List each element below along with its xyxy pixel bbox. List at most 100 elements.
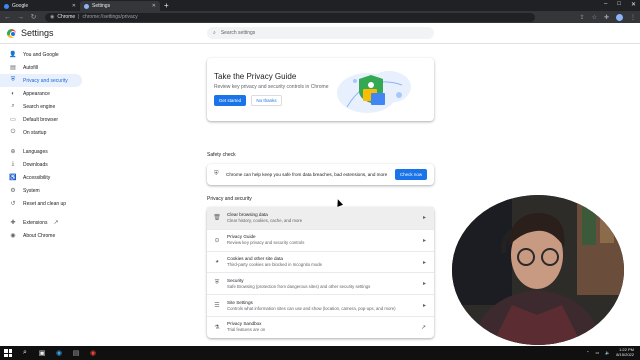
privacy-guide-description: Review key privacy and security controls… <box>214 84 329 90</box>
close-icon[interactable]: ✕ <box>152 3 156 9</box>
get-started-button[interactable]: Get started <box>214 95 246 106</box>
webcam-overlay <box>452 195 624 345</box>
security-row[interactable]: ⛨ Security Safe Browsing (protection from… <box>207 272 434 294</box>
puzzle-icon: ✚ <box>10 220 16 226</box>
sliders-icon: ☰ <box>214 303 220 310</box>
sidebar-item-label: You and Google <box>23 51 59 58</box>
privacy-guide-illustration <box>337 71 411 113</box>
compass-icon: ⊙ <box>214 237 220 244</box>
sidebar-item-autofill[interactable]: ▤ Autofill <box>0 61 86 74</box>
reload-icon[interactable]: ↻ <box>30 13 37 21</box>
tab-google[interactable]: Google ✕ <box>0 1 80 11</box>
chevron-right-icon: ▸ <box>422 215 426 221</box>
privacy-sandbox-row[interactable]: ⚗ Privacy Sandbox Trial features are on ↗ <box>207 316 434 338</box>
sidebar-item-reset[interactable]: ↺ Reset and clean up <box>0 197 86 210</box>
chevron-right-icon: ▸ <box>422 237 426 244</box>
clear-browsing-data-row[interactable]: 🗑 Clear browsing data Clear history, cook… <box>207 207 434 229</box>
sidebar-item-search-engine[interactable]: ⌕ Search engine <box>0 100 86 113</box>
power-icon: ⏻ <box>10 129 16 135</box>
search-icon[interactable]: ⌕ <box>21 349 29 357</box>
network-icon[interactable]: ▭ <box>595 350 599 355</box>
profile-avatar[interactable] <box>616 13 623 21</box>
chrome-icon: ◉ <box>10 233 16 239</box>
row-subtitle: Third-party cookies are blocked in Incog… <box>227 261 323 267</box>
sidebar-item-about-chrome[interactable]: ◉ About Chrome <box>0 229 86 242</box>
sidebar-item-privacy-and-security[interactable]: ⛨ Privacy and security <box>0 74 82 87</box>
share-icon[interactable]: ⇪ <box>580 14 585 21</box>
back-icon[interactable]: ← <box>4 14 11 21</box>
download-icon: ⤓ <box>11 161 15 167</box>
sidebar-item-accessibility[interactable]: ♿ Accessibility <box>0 171 86 184</box>
tab-strip: Google ✕ Settings ✕ + – □ ✕ <box>0 0 640 11</box>
safety-check-text: Chrome can help keep you safe from data … <box>226 172 388 177</box>
windows-start-icon[interactable] <box>4 349 12 357</box>
row-subtitle: Safe Browsing (protection from dangerous… <box>227 283 371 289</box>
sidebar-item-label: Privacy and security <box>23 77 68 84</box>
globe-icon: ⊕ <box>10 149 16 155</box>
clock-date: 8/15/2022 <box>616 352 634 357</box>
tab-settings[interactable]: Settings ✕ <box>80 1 160 11</box>
shield-icon: ⛨ <box>214 280 220 287</box>
external-link-icon: ↗ <box>53 220 59 226</box>
search-icon: ⌕ <box>11 103 15 109</box>
edge-icon[interactable]: ◉ <box>55 349 63 357</box>
safety-check-card: ⛨ Chrome can help keep you safe from dat… <box>207 164 434 185</box>
privacy-guide-row[interactable]: ⊙ Privacy Guide Review key privacy and se… <box>207 228 434 251</box>
sidebar-item-languages[interactable]: ⊕ Languages <box>0 145 86 158</box>
app-icon[interactable]: ▤ <box>72 349 80 357</box>
address-host: Chrome <box>57 14 76 20</box>
sidebar-item-system[interactable]: ⚙ System <box>0 184 86 197</box>
sidebar-item-downloads[interactable]: ⤓ Downloads <box>0 158 86 171</box>
close-icon[interactable]: ✕ <box>72 3 76 9</box>
sidebar-item-label: Accessibility <box>23 174 51 181</box>
sidebar-item-label: System <box>23 187 40 194</box>
close-window-button[interactable]: ✕ <box>631 1 636 8</box>
site-settings-row[interactable]: ☰ Site Settings Controls what information… <box>207 294 434 316</box>
sidebar-item-default-browser[interactable]: ▭ Default browser <box>0 113 86 126</box>
task-view-icon[interactable]: ▣ <box>38 349 46 357</box>
sidebar-item-label: On startup <box>23 129 47 136</box>
sidebar-item-label: Languages <box>23 148 48 155</box>
address-bar[interactable]: ◉ Chrome | chrome://settings/privacy <box>45 12 535 22</box>
chevron-right-icon: ▸ <box>422 259 426 266</box>
shield-icon: ⛨ <box>10 77 16 83</box>
menu-icon[interactable]: ⋮ <box>630 14 636 21</box>
volume-icon[interactable]: 🔈 <box>605 350 610 355</box>
check-now-button[interactable]: Check now <box>395 169 427 180</box>
search-settings-input[interactable]: ⌕ Search settings <box>207 27 434 39</box>
sidebar-item-appearance[interactable]: ◐ Appearance <box>0 87 86 100</box>
sidebar-item-extensions[interactable]: ✚ Extensions ↗ <box>0 216 86 229</box>
browser-icon: ▭ <box>10 117 16 123</box>
sidebar-item-label: Appearance <box>23 90 50 97</box>
chrome-logo-icon <box>7 28 16 38</box>
toolbar: ← → ↻ ◉ Chrome | chrome://settings/priva… <box>0 11 640 23</box>
clipboard-icon: ▤ <box>10 65 16 71</box>
accessibility-icon: ♿ <box>9 175 17 181</box>
row-subtitle: Clear history, cookies, cache, and more <box>227 217 303 223</box>
page-title: Settings <box>21 28 54 38</box>
chevron-right-icon: ▸ <box>422 303 426 310</box>
sidebar-item-label: Search engine <box>23 103 56 110</box>
tab-title: Settings <box>92 3 111 9</box>
sidebar-item-you-and-google[interactable]: 👤 You and Google <box>0 48 86 61</box>
sidebar: 👤 You and Google ▤ Autofill ⛨ Privacy and s… <box>0 44 86 346</box>
sidebar-item-label: About Chrome <box>23 232 56 239</box>
star-icon[interactable]: ☆ <box>592 14 597 21</box>
no-thanks-button[interactable]: No thanks <box>251 95 282 106</box>
privacy-section-card: 🗑 Clear browsing data Clear history, cook… <box>207 207 434 338</box>
toolbar-icons: ⇪ ☆ ✚ ⋮ <box>580 13 636 21</box>
person-icon: 👤 <box>9 52 17 58</box>
flask-icon: ⚗ <box>214 324 220 331</box>
minimize-button[interactable]: – <box>604 1 607 8</box>
forward-icon[interactable]: → <box>17 14 24 21</box>
tray-chevron-icon[interactable]: ⌃ <box>586 350 589 355</box>
sidebar-item-label: Reset and clean up <box>23 200 67 207</box>
extensions-icon[interactable]: ✚ <box>604 14 609 21</box>
maximize-button[interactable]: □ <box>617 1 621 8</box>
clock[interactable]: 1:22 PM 8/15/2022 <box>616 347 634 357</box>
sidebar-item-on-startup[interactable]: ⏻ On startup <box>0 126 86 139</box>
chrome-icon[interactable]: ◉ <box>89 349 97 357</box>
cookies-row[interactable]: ◕ Cookies and other site data Third-party… <box>207 250 434 273</box>
sidebar-item-label: Default browser <box>23 116 59 123</box>
new-tab-button[interactable]: + <box>164 1 169 10</box>
